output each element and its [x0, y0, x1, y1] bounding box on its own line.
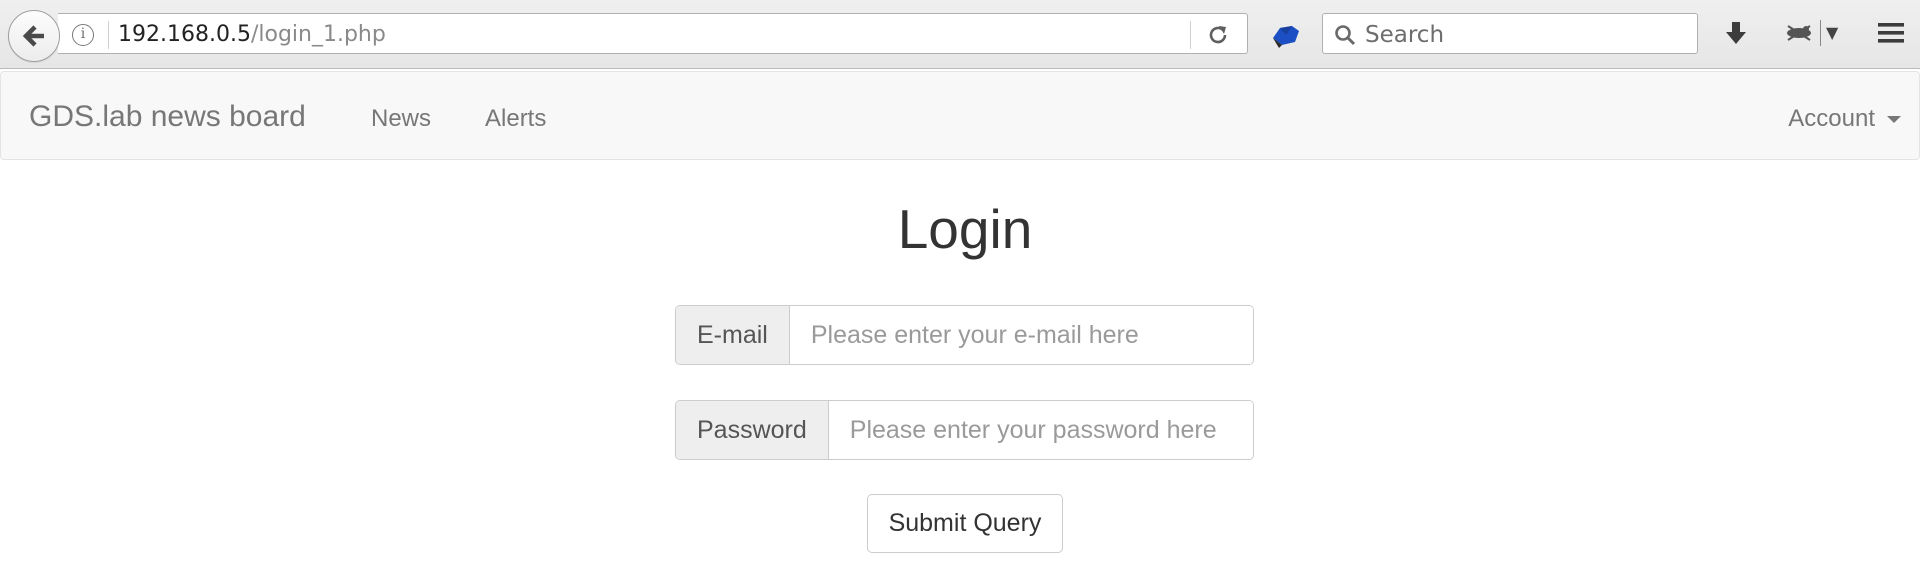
- back-arrow-icon: [22, 25, 44, 47]
- url-separator: [108, 21, 109, 49]
- address-bar[interactable]: i 192.168.0.5/login_1.php: [58, 13, 1248, 54]
- nav-link-news[interactable]: News: [371, 106, 431, 132]
- password-label: Password: [676, 401, 829, 459]
- site-navbar: GDS.lab news board News Alerts Account: [0, 71, 1920, 160]
- email-input-group: E-mail: [675, 305, 1254, 365]
- email-field[interactable]: [789, 306, 1253, 364]
- password-field[interactable]: [828, 401, 1253, 459]
- extension-dropdown-icon[interactable]: ▼: [1826, 20, 1842, 46]
- url-host: 192.168.0.5: [118, 22, 251, 47]
- browser-toolbar: i 192.168.0.5/login_1.php Search ▼: [0, 0, 1920, 69]
- extension-separator: [1820, 20, 1821, 46]
- caret-down-icon: [1887, 115, 1901, 123]
- search-bar[interactable]: Search: [1322, 13, 1698, 54]
- reload-separator: [1190, 21, 1191, 49]
- page-title: Login: [897, 198, 1033, 260]
- nav-link-alerts[interactable]: Alerts: [485, 106, 546, 132]
- addon-icon[interactable]: [1270, 20, 1302, 50]
- info-icon[interactable]: i: [72, 24, 94, 46]
- reload-icon[interactable]: [1206, 23, 1230, 47]
- url-text[interactable]: 192.168.0.5/login_1.php: [118, 23, 386, 47]
- email-label: E-mail: [676, 306, 790, 364]
- hamburger-menu-icon[interactable]: [1876, 20, 1906, 46]
- submit-button[interactable]: Submit Query: [867, 494, 1063, 553]
- password-input-group: Password: [675, 400, 1254, 460]
- back-button[interactable]: [8, 10, 60, 62]
- url-path: /login_1.php: [250, 22, 386, 47]
- account-label: Account: [1788, 105, 1875, 132]
- extension-icon[interactable]: [1784, 20, 1814, 46]
- account-dropdown[interactable]: Account: [1788, 106, 1901, 132]
- search-placeholder: Search: [1365, 22, 1445, 48]
- brand-link[interactable]: GDS.lab news board: [29, 101, 306, 133]
- search-icon: [1335, 25, 1356, 46]
- download-icon[interactable]: [1722, 18, 1750, 48]
